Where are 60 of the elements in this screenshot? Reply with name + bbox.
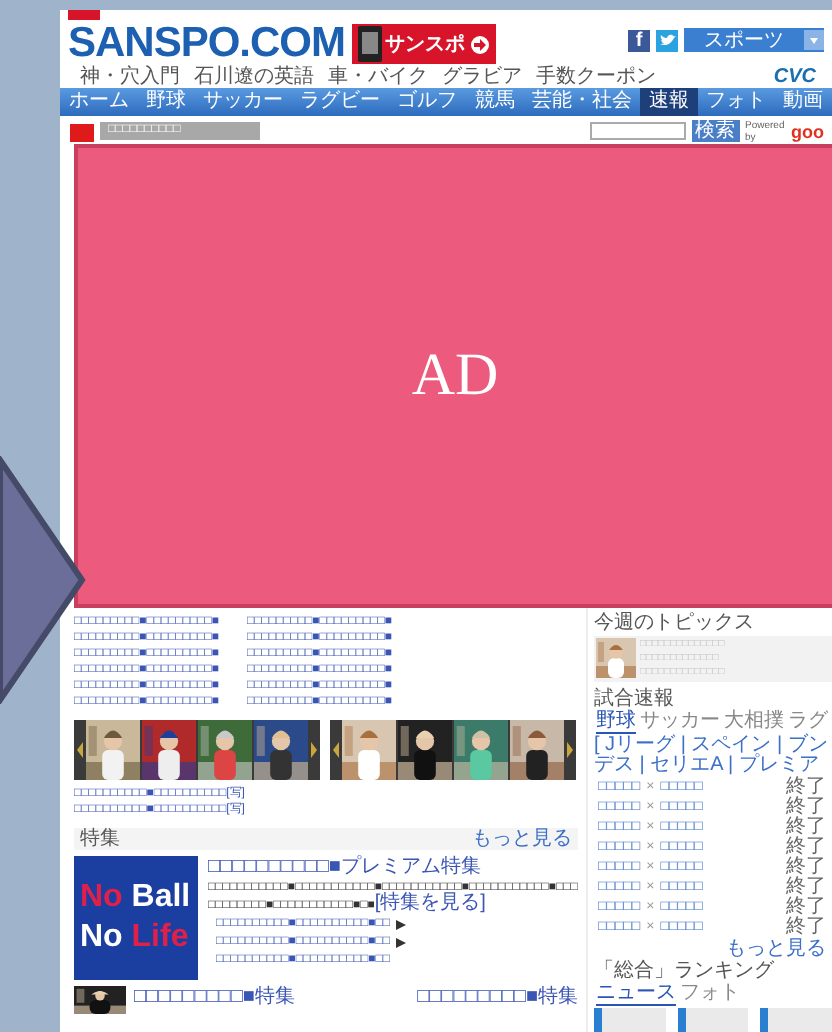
nav-tab[interactable]: 芸能・社会 <box>523 88 641 116</box>
nav-tab[interactable]: ゴルフ <box>388 88 466 116</box>
match-status: 終了 <box>786 838 826 858</box>
nav-tab[interactable]: サッカー <box>194 88 292 116</box>
dropdown-icon <box>804 30 824 50</box>
match-status: 終了 <box>786 798 826 818</box>
goo-logo: goo <box>791 121 824 141</box>
feature-link[interactable]: [特集を見る] <box>374 892 486 914</box>
nav-link[interactable]: 神・穴入門 <box>80 65 180 87</box>
facebook-icon[interactable]: f <box>628 30 650 52</box>
twitter-icon[interactable] <box>656 30 678 52</box>
section-title: 今週のトピックス <box>594 612 756 634</box>
nav-tab[interactable]: 速報 <box>640 88 698 116</box>
promo-banner[interactable]: サンスポ <box>351 24 496 64</box>
match-status: 終了 <box>786 878 826 898</box>
promo-text: サンスポ <box>385 33 466 55</box>
nav-tab[interactable]: 野球 <box>137 88 195 116</box>
partner-logo[interactable]: CVC <box>773 65 816 87</box>
match-status: 終了 <box>786 858 826 878</box>
ranking-tab[interactable]: フォト <box>680 982 740 1006</box>
section-title: 「総合」ランキング <box>594 960 776 982</box>
nav-link[interactable]: 石川遼の英語 <box>194 65 314 87</box>
category-select[interactable]: スポーツ <box>684 28 824 52</box>
more-link[interactable]: もっと見る <box>726 938 826 960</box>
sport-tab[interactable]: ラグ <box>788 710 828 734</box>
nav-tab[interactable]: 競馬 <box>465 88 524 116</box>
feature-logo[interactable]: No Ball No Life <box>74 856 198 980</box>
nav-tab[interactable]: ラグビー <box>291 88 389 116</box>
ad-banner[interactable]: AD <box>74 144 832 608</box>
nav-tab[interactable]: フォト <box>697 88 775 116</box>
match-status: 終了 <box>786 918 826 938</box>
match-status: 終了 <box>786 818 826 838</box>
logo-text: No Life <box>80 918 191 958</box>
arrow-icon <box>469 35 490 53</box>
feature-title[interactable]: □□□□□□□□□□■プレミアム特集 <box>208 856 578 878</box>
section-title: 特集 <box>80 828 120 850</box>
match-status: 終了 <box>786 898 826 918</box>
nav-tab[interactable]: ホーム <box>60 88 138 116</box>
phone-icon <box>357 26 382 62</box>
league-links[interactable]: [ Jリーグ | スペイン | ブンデス | セリエA | プレミア <box>594 736 832 776</box>
sport-tab[interactable]: サッカー <box>640 710 720 734</box>
nav-link[interactable]: 手数クーポン <box>536 65 656 87</box>
sport-tab[interactable]: 野球 <box>596 710 636 734</box>
nav-link[interactable]: 車・バイク <box>328 65 428 87</box>
ranking-tab[interactable]: ニュース <box>596 982 676 1006</box>
ad-label: AD <box>411 342 499 410</box>
feature-link[interactable]: □□□□□□□□□■特集 <box>417 986 578 1008</box>
nav-link[interactable]: グラビア <box>442 65 522 87</box>
section-title: 試合速報 <box>594 688 676 710</box>
search-field[interactable] <box>589 122 685 140</box>
tab-marker <box>70 124 94 142</box>
more-link[interactable]: もっと見る <box>472 828 572 850</box>
tag-icon <box>68 10 100 20</box>
match-status: 終了 <box>786 778 826 798</box>
sport-tab[interactable]: 大相撲 <box>724 710 784 734</box>
nav-tab[interactable]: 動画 <box>774 88 832 116</box>
feature-link[interactable]: □□□□□□□□□■特集 <box>134 986 295 1008</box>
search-button[interactable]: 検索 <box>691 120 739 142</box>
logo-text: No Ball <box>80 878 193 918</box>
site-logo[interactable]: SANSPO.COM <box>68 22 346 64</box>
